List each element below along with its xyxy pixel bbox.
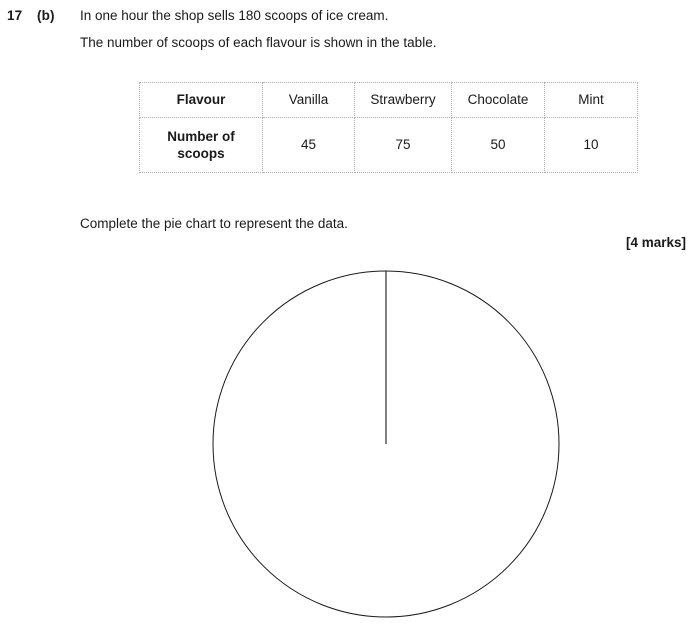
table-header-row: Flavour Vanilla Strawberry Chocolate Min… (139, 82, 638, 118)
table-header-strawberry: Strawberry (354, 82, 452, 118)
table-header-chocolate: Chocolate (451, 82, 545, 118)
table-cell-mint-value: 10 (544, 117, 638, 173)
table-cell-vanilla-value: 45 (262, 117, 355, 173)
table-row: Number of scoops 45 75 50 10 (139, 117, 638, 173)
table-row-label-number-of-scoops: Number of scoops (139, 117, 263, 173)
scoops-table: Flavour Vanilla Strawberry Chocolate Min… (139, 82, 638, 173)
row-label-line-1: Number of (167, 128, 235, 144)
question-stem-line-2: The number of scoops of each flavour is … (80, 35, 437, 50)
table-cell-chocolate-value: 50 (451, 117, 545, 173)
table-header-flavour: Flavour (139, 82, 263, 118)
table-header-vanilla: Vanilla (262, 82, 355, 118)
table-cell-strawberry-value: 75 (354, 117, 452, 173)
question-number: 17 (7, 8, 23, 23)
question-stem-line-1: In one hour the shop sells 180 scoops of… (80, 8, 389, 23)
marks-allocation: [4 marks] (625, 235, 686, 250)
row-label-line-2: scoops (177, 146, 225, 161)
question-part: (b) (37, 8, 55, 23)
question-instruction: Complete the pie chart to represent the … (80, 216, 348, 231)
table-header-mint: Mint (544, 82, 638, 118)
pie-chart (208, 266, 564, 622)
